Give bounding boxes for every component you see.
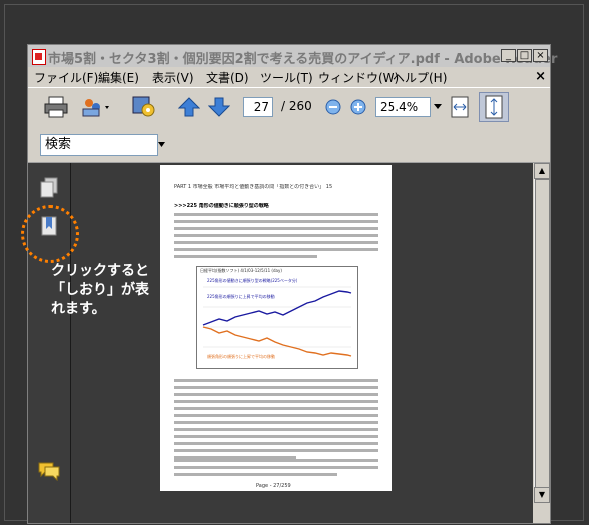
scroll-thumb[interactable] — [535, 179, 550, 499]
bookmark-highlight-circle — [21, 205, 79, 263]
pages-panel-icon[interactable] — [39, 177, 59, 199]
document-close-icon[interactable]: × — [535, 69, 546, 84]
zoom-in-icon[interactable] — [350, 99, 366, 115]
chart-series-orange — [202, 326, 352, 357]
menu-edit[interactable]: 編集(E) — [98, 69, 139, 86]
zoom-out-icon[interactable] — [325, 99, 341, 115]
settings-gear-icon[interactable] — [130, 94, 158, 120]
menu-view[interactable]: 表示(V) — [152, 69, 194, 86]
previous-page-icon[interactable] — [178, 96, 200, 118]
next-page-icon[interactable] — [208, 96, 230, 118]
page-header: PART 1 市場全般 市場平均と値動き基調の問「指数との付き合い」 15 — [174, 184, 333, 190]
page-number-input[interactable]: 27 — [243, 97, 273, 117]
page-chart: 日経平均(指数ソフト) 4/1/03-12/5/11 (day) 225角形の値… — [196, 266, 358, 369]
chart-series-blue — [202, 290, 352, 326]
menu-document[interactable]: 文書(D) — [206, 69, 249, 86]
pdf-page: PART 1 市場全般 市場平均と値動き基調の問「指数との付き合い」 15 >>… — [160, 165, 392, 491]
scroll-down-icon[interactable]: ▼ — [534, 487, 550, 503]
comments-panel-icon[interactable] — [37, 461, 61, 481]
vertical-scrollbar[interactable]: ▲ ▼ — [534, 163, 550, 503]
chart-plot — [202, 286, 352, 357]
callout-text: クリックすると 「しおり」が表 れます。 — [51, 263, 149, 317]
collaborate-icon[interactable] — [81, 96, 111, 118]
fit-page-icon[interactable] — [479, 92, 509, 122]
page-total-label: / 260 — [281, 99, 312, 113]
pdf-file-icon — [32, 49, 46, 65]
zoom-level-input[interactable]: 25.4% — [375, 97, 431, 117]
page-paragraph-1 — [174, 213, 378, 262]
menu-tools[interactable]: ツール(T) — [260, 69, 313, 86]
menu-file[interactable]: ファイル(F) — [34, 69, 98, 86]
search-bar: 検索 — [28, 128, 550, 163]
menu-help[interactable]: ヘルプ(H) — [393, 69, 447, 86]
scroll-up-icon[interactable]: ▲ — [534, 163, 550, 179]
search-input[interactable]: 検索 — [40, 134, 158, 156]
minimize-button[interactable]: _ — [501, 49, 516, 62]
menu-window[interactable]: ウィンドウ(W) — [318, 69, 399, 86]
title-bar: 市場5割・セクタ3割・個別要因2割で考える売買のアイディア.pdf - Adob… — [28, 45, 557, 67]
fit-width-icon[interactable] — [450, 96, 470, 118]
print-icon[interactable] — [44, 96, 68, 118]
page-paragraph-2 — [174, 379, 378, 463]
page-footer: Page - 27/259 — [256, 483, 291, 489]
page-paragraph-3 — [174, 459, 378, 480]
search-dropdown-icon[interactable] — [158, 142, 168, 164]
zoom-dropdown-icon[interactable] — [434, 104, 442, 110]
close-button[interactable]: × — [533, 49, 548, 62]
page-heading: >>>225 角形の値動きに順張り型の戦略 — [174, 203, 269, 209]
window-title: 市場5割・セクタ3割・個別要因2割で考える売買のアイディア.pdf - Adob… — [48, 52, 558, 67]
maximize-button[interactable]: □ — [517, 49, 532, 62]
toolbar: 27 / 260 25.4% — [28, 87, 550, 129]
menu-bar: ファイル(F) 編集(E) 表示(V) 文書(D) ツール(T) ウィンドウ(W… — [28, 67, 550, 87]
